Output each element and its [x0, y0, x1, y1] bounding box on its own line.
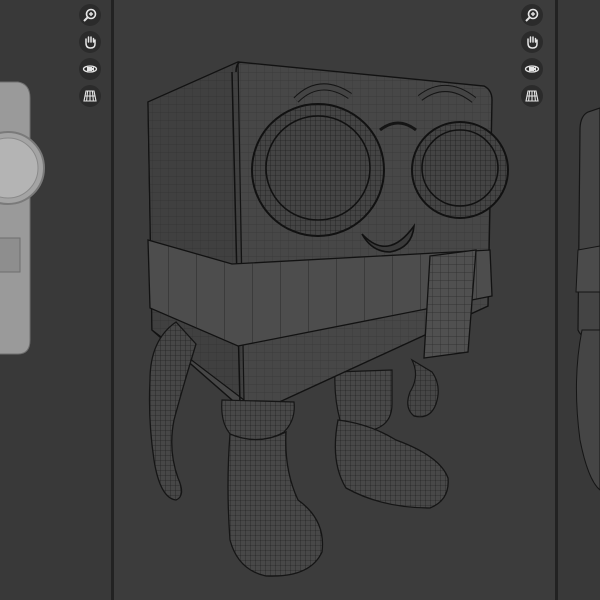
hand-pan-icon	[85, 36, 96, 49]
perspective-toggle-button[interactable]	[79, 85, 101, 107]
pan-button[interactable]	[521, 31, 543, 53]
zoom-button[interactable]	[79, 4, 101, 26]
pan-button[interactable]	[79, 31, 101, 53]
camera-orbit-button[interactable]	[521, 58, 543, 80]
viewport-area	[0, 0, 600, 600]
wireframe-model	[147, 61, 509, 577]
hand-pan-icon	[527, 36, 538, 49]
viewport-left[interactable]	[0, 0, 111, 600]
zoom-button[interactable]	[521, 4, 543, 26]
viewport-right[interactable]	[558, 0, 600, 600]
navigation-bar-left	[79, 4, 101, 107]
navigation-bar-center	[521, 4, 543, 107]
zoom-icon	[83, 8, 97, 22]
viewport-center[interactable]	[114, 0, 555, 600]
camera-orbit-icon	[524, 65, 540, 73]
perspective-grid-icon	[83, 90, 97, 102]
right-arm	[407, 358, 439, 418]
left-arm	[148, 321, 197, 501]
left-leg	[221, 399, 324, 577]
perspective-grid-icon	[525, 90, 539, 102]
zoom-icon	[525, 8, 539, 22]
camera-orbit-button[interactable]	[79, 58, 101, 80]
wireframe-model-partial	[575, 107, 600, 491]
perspective-toggle-button[interactable]	[521, 85, 543, 107]
camera-orbit-icon	[82, 65, 98, 73]
